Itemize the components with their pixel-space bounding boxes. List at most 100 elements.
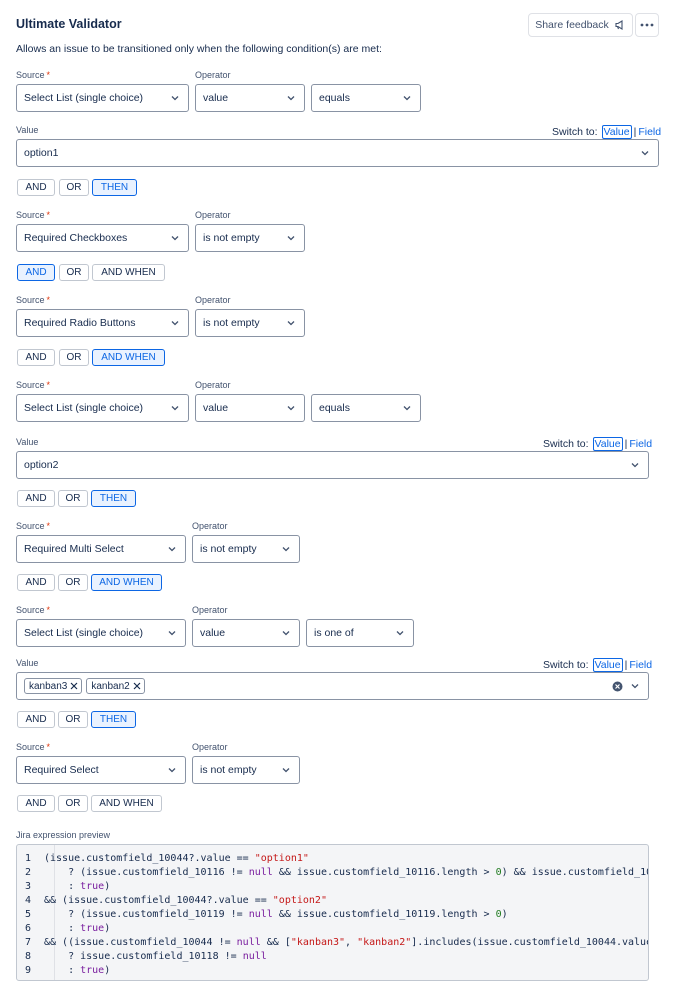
code-text: && (issue.customfield_10044?.value == "o… xyxy=(44,895,327,906)
then-button[interactable]: THEN xyxy=(91,711,136,728)
and-button[interactable]: AND xyxy=(17,349,55,366)
comparator-select[interactable]: is one of xyxy=(306,619,414,647)
source-label: Source * xyxy=(16,742,51,752)
line-number: 6 xyxy=(25,923,32,934)
switch-value-link[interactable]: Value xyxy=(592,658,623,672)
switch-field-link[interactable]: Field xyxy=(629,659,652,671)
line-number: 2 xyxy=(25,867,32,878)
required-mark: * xyxy=(46,380,51,390)
chevron-down-icon xyxy=(168,631,176,636)
or-button[interactable]: OR xyxy=(58,711,88,728)
chevron-down-icon xyxy=(403,96,411,101)
or-button[interactable]: OR xyxy=(59,264,89,281)
and-when-button[interactable]: AND WHEN xyxy=(91,795,162,812)
operator-select[interactable]: is not empty xyxy=(192,756,300,784)
operator-select[interactable]: is not empty xyxy=(192,535,300,563)
source-select[interactable]: Select List (single choice) xyxy=(16,84,189,112)
line-number: 7 xyxy=(25,937,32,948)
and-when-button[interactable]: AND WHEN xyxy=(92,264,165,281)
source-select[interactable]: Select List (single choice) xyxy=(16,394,189,422)
remove-tag-icon[interactable] xyxy=(133,682,141,690)
code-text: ? (issue.customfield_10119 != null && is… xyxy=(44,909,508,920)
value-select[interactable]: option2 xyxy=(16,451,649,479)
and-button[interactable]: AND xyxy=(17,574,55,591)
source-label: Source * xyxy=(16,605,51,615)
and-button[interactable]: AND xyxy=(17,795,55,812)
source-select[interactable]: Required Checkboxes xyxy=(16,224,189,252)
switch-to-control: Switch to: Value | Field xyxy=(543,658,653,672)
chevron-down-icon xyxy=(282,768,290,773)
line-number: 9 xyxy=(25,965,32,976)
or-button[interactable]: OR xyxy=(58,490,88,507)
chevron-down-icon xyxy=(168,547,176,552)
code-text: : true) xyxy=(44,881,111,892)
operator-select[interactable]: value xyxy=(195,84,305,112)
chevron-down-icon[interactable] xyxy=(629,680,641,692)
value-select[interactable]: option1 xyxy=(16,139,659,167)
chevron-down-icon xyxy=(641,151,649,156)
clear-icon[interactable] xyxy=(612,681,623,692)
or-button[interactable]: OR xyxy=(59,349,89,366)
source-label: Source * xyxy=(16,70,51,80)
comparator-select[interactable]: equals xyxy=(311,394,421,422)
value-tag: kanban3 xyxy=(24,678,83,694)
or-button[interactable]: OR xyxy=(58,795,88,812)
switch-field-link[interactable]: Field xyxy=(629,438,652,450)
operator-label: Operator xyxy=(195,380,231,390)
source-select[interactable]: Required Multi Select xyxy=(16,535,186,563)
chevron-down-icon xyxy=(168,768,176,773)
or-button[interactable]: OR xyxy=(59,179,89,196)
source-select[interactable]: Select List (single choice) xyxy=(16,619,186,647)
line-number: 1 xyxy=(25,853,32,864)
source-select[interactable]: Required Radio Buttons xyxy=(16,309,189,337)
then-button[interactable]: THEN xyxy=(92,179,137,196)
chevron-down-icon xyxy=(171,321,179,326)
chevron-down-icon xyxy=(287,321,295,326)
switch-field-link[interactable]: Field xyxy=(638,126,661,138)
code-text: ? (issue.customfield_10116 != null && is… xyxy=(44,867,649,878)
comparator-select[interactable]: equals xyxy=(311,84,421,112)
more-horizontal-icon xyxy=(640,23,654,27)
source-label: Source * xyxy=(16,380,51,390)
remove-tag-icon[interactable] xyxy=(70,682,78,690)
switch-value-link[interactable]: Value xyxy=(601,125,632,139)
more-options-button[interactable] xyxy=(635,13,659,37)
jira-expression-preview[interactable]: 1 (issue.customfield_10044?.value == "opt… xyxy=(16,844,649,981)
value-tag: kanban2 xyxy=(86,678,145,694)
line-number: 8 xyxy=(25,951,32,962)
megaphone-icon xyxy=(615,20,623,30)
and-button[interactable]: AND xyxy=(17,264,55,281)
page-title: Ultimate Validator xyxy=(16,17,122,31)
multi-value-select[interactable]: kanban3 kanban2 xyxy=(16,672,649,700)
and-when-button[interactable]: AND WHEN xyxy=(91,574,162,591)
code-text: (issue.customfield_10044?.value == "opti… xyxy=(44,853,309,864)
line-number: 3 xyxy=(25,881,32,892)
switch-to-control: Switch to: Value | Field xyxy=(543,437,653,451)
then-button[interactable]: THEN xyxy=(91,490,136,507)
chevron-down-icon xyxy=(287,406,295,411)
share-feedback-button[interactable]: Share feedback xyxy=(528,13,633,37)
operator-label: Operator xyxy=(192,742,228,752)
and-when-button[interactable]: AND WHEN xyxy=(92,349,165,366)
required-mark: * xyxy=(46,210,51,220)
and-button[interactable]: AND xyxy=(17,179,55,196)
code-text: : true) xyxy=(44,965,111,976)
code-text: && ((issue.customfield_10044 != null && … xyxy=(44,937,649,948)
and-button[interactable]: AND xyxy=(17,490,55,507)
operator-select[interactable]: value xyxy=(195,394,305,422)
code-text: : true) xyxy=(44,923,111,934)
and-button[interactable]: AND xyxy=(17,711,55,728)
line-number: 4 xyxy=(25,895,32,906)
chevron-down-icon xyxy=(171,406,179,411)
chevron-down-icon xyxy=(171,236,179,241)
switch-value-link[interactable]: Value xyxy=(592,437,623,451)
chevron-down-icon xyxy=(282,547,290,552)
operator-select[interactable]: is not empty xyxy=(195,309,305,337)
source-select[interactable]: Required Select xyxy=(16,756,186,784)
or-button[interactable]: OR xyxy=(58,574,88,591)
value-label: Value xyxy=(16,437,39,447)
line-number: 5 xyxy=(25,909,32,920)
operator-select[interactable]: value xyxy=(192,619,300,647)
required-mark: * xyxy=(46,742,51,752)
operator-select[interactable]: is not empty xyxy=(195,224,305,252)
